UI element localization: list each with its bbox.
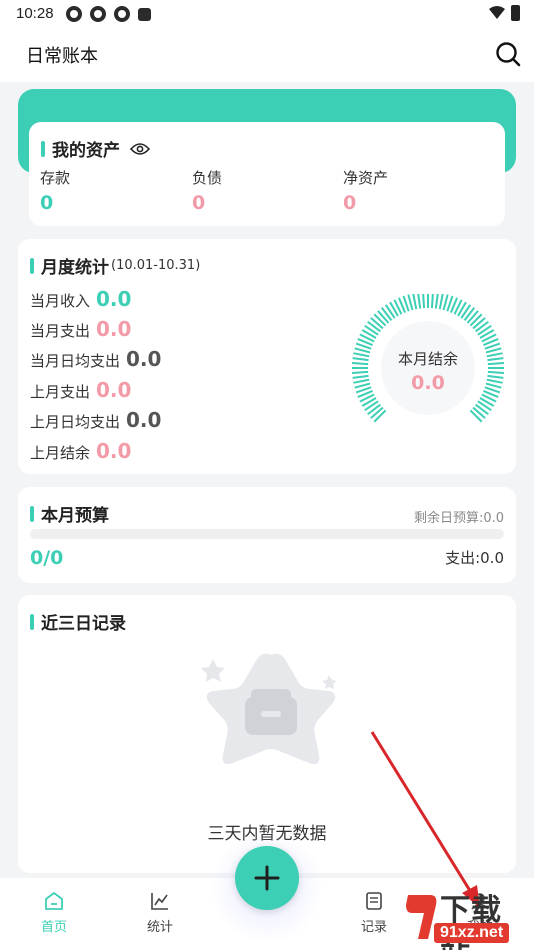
budget-title: 本月预算 [30,501,109,526]
gauge-tick [466,310,479,324]
page-title: 日常账本 [26,46,98,67]
monthly-range: (10.01-10.31) [111,258,201,273]
status-time: 10:28 [16,5,54,22]
status-bar: 10:28 [0,0,534,28]
gauge-tick [373,409,387,423]
battery-icon [511,5,520,21]
watermark: 下载站 91xz.net [404,885,532,950]
wifi-icon [489,6,505,19]
nav-statistics[interactable]: 统计 [130,890,190,935]
gauge-tick [442,294,449,311]
empty-box-icon [201,653,337,764]
home-icon [45,892,63,910]
gauge-tick [370,317,384,330]
gauge-tick [438,293,444,310]
gauge-tick [469,409,483,423]
gauge-ticks [352,292,504,423]
notification-icon [90,6,106,22]
deposit-value: 0 [40,192,54,214]
status-notification-icons [66,6,151,22]
stat-row: 当月支出 0.0 [30,317,132,341]
app-bar: 日常账本 [0,28,534,82]
gauge-tick [422,292,426,309]
eye-icon[interactable] [130,142,150,156]
budget-progress-bar [30,529,504,539]
stat-row: 上月支出 0.0 [30,378,132,402]
net-assets-value: 0 [343,192,357,214]
stat-row: 当月收入 0.0 [30,287,132,311]
budget-ratio: 0/0 [30,547,64,569]
balance-gauge: 本月结余 0.0 [348,292,508,444]
debt-label: 负债 [192,169,223,187]
assets-title: 我的资产 [41,136,150,161]
record-icon [366,892,382,910]
notification-icon [114,6,130,22]
chart-icon [151,893,168,910]
assets-card: 我的资产 存款 0 负债 0 净资产 0 [29,122,505,226]
budget-card[interactable]: 本月预算 剩余日预算:0.0 0/0 支出:0.0 [18,487,516,583]
gauge-tick [430,292,434,309]
gauge-label: 本月结余 [397,350,458,368]
monthly-stats-card: 月度统计 (10.01-10.31) 当月收入 0.0 当月支出 0.0 当月日… [18,239,516,474]
gauge-tick [373,313,387,327]
nav-records[interactable]: 记录 [344,890,404,935]
watermark-domain: 91xz.net [434,923,510,943]
add-record-button[interactable] [235,846,299,910]
gauge-tick [472,406,486,419]
gauge-tick [407,294,414,311]
gauge-tick [370,406,384,419]
monthly-title: 月度统计 (10.01-10.31) [30,253,200,278]
plus-icon [254,865,280,891]
stat-row: 上月结余 0.0 [30,439,132,463]
deposit-label: 存款 [40,169,71,187]
stat-row: 上月日均支出 0.0 [30,408,162,432]
app-notification-icon [138,8,151,21]
budget-spend: 支出:0.0 [445,549,504,567]
gauge-tick [417,292,422,309]
stat-row: 当月日均支出 0.0 [30,347,162,371]
notification-icon [66,6,82,22]
nav-home[interactable]: 首页 [24,890,84,935]
debt-value: 0 [192,192,206,214]
gauge-value: 0.0 [411,372,445,394]
gauge-tick [434,292,439,309]
net-assets-label: 净资产 [343,169,389,187]
search-icon[interactable] [494,40,522,68]
gauge-tick [377,310,390,324]
gauge-tick [412,293,418,310]
remaining-daily-budget: 剩余日预算:0.0 [413,511,504,526]
recent-title: 近三日记录 [30,609,126,634]
gauge-tick [472,317,486,330]
gauge-tick [469,313,483,327]
